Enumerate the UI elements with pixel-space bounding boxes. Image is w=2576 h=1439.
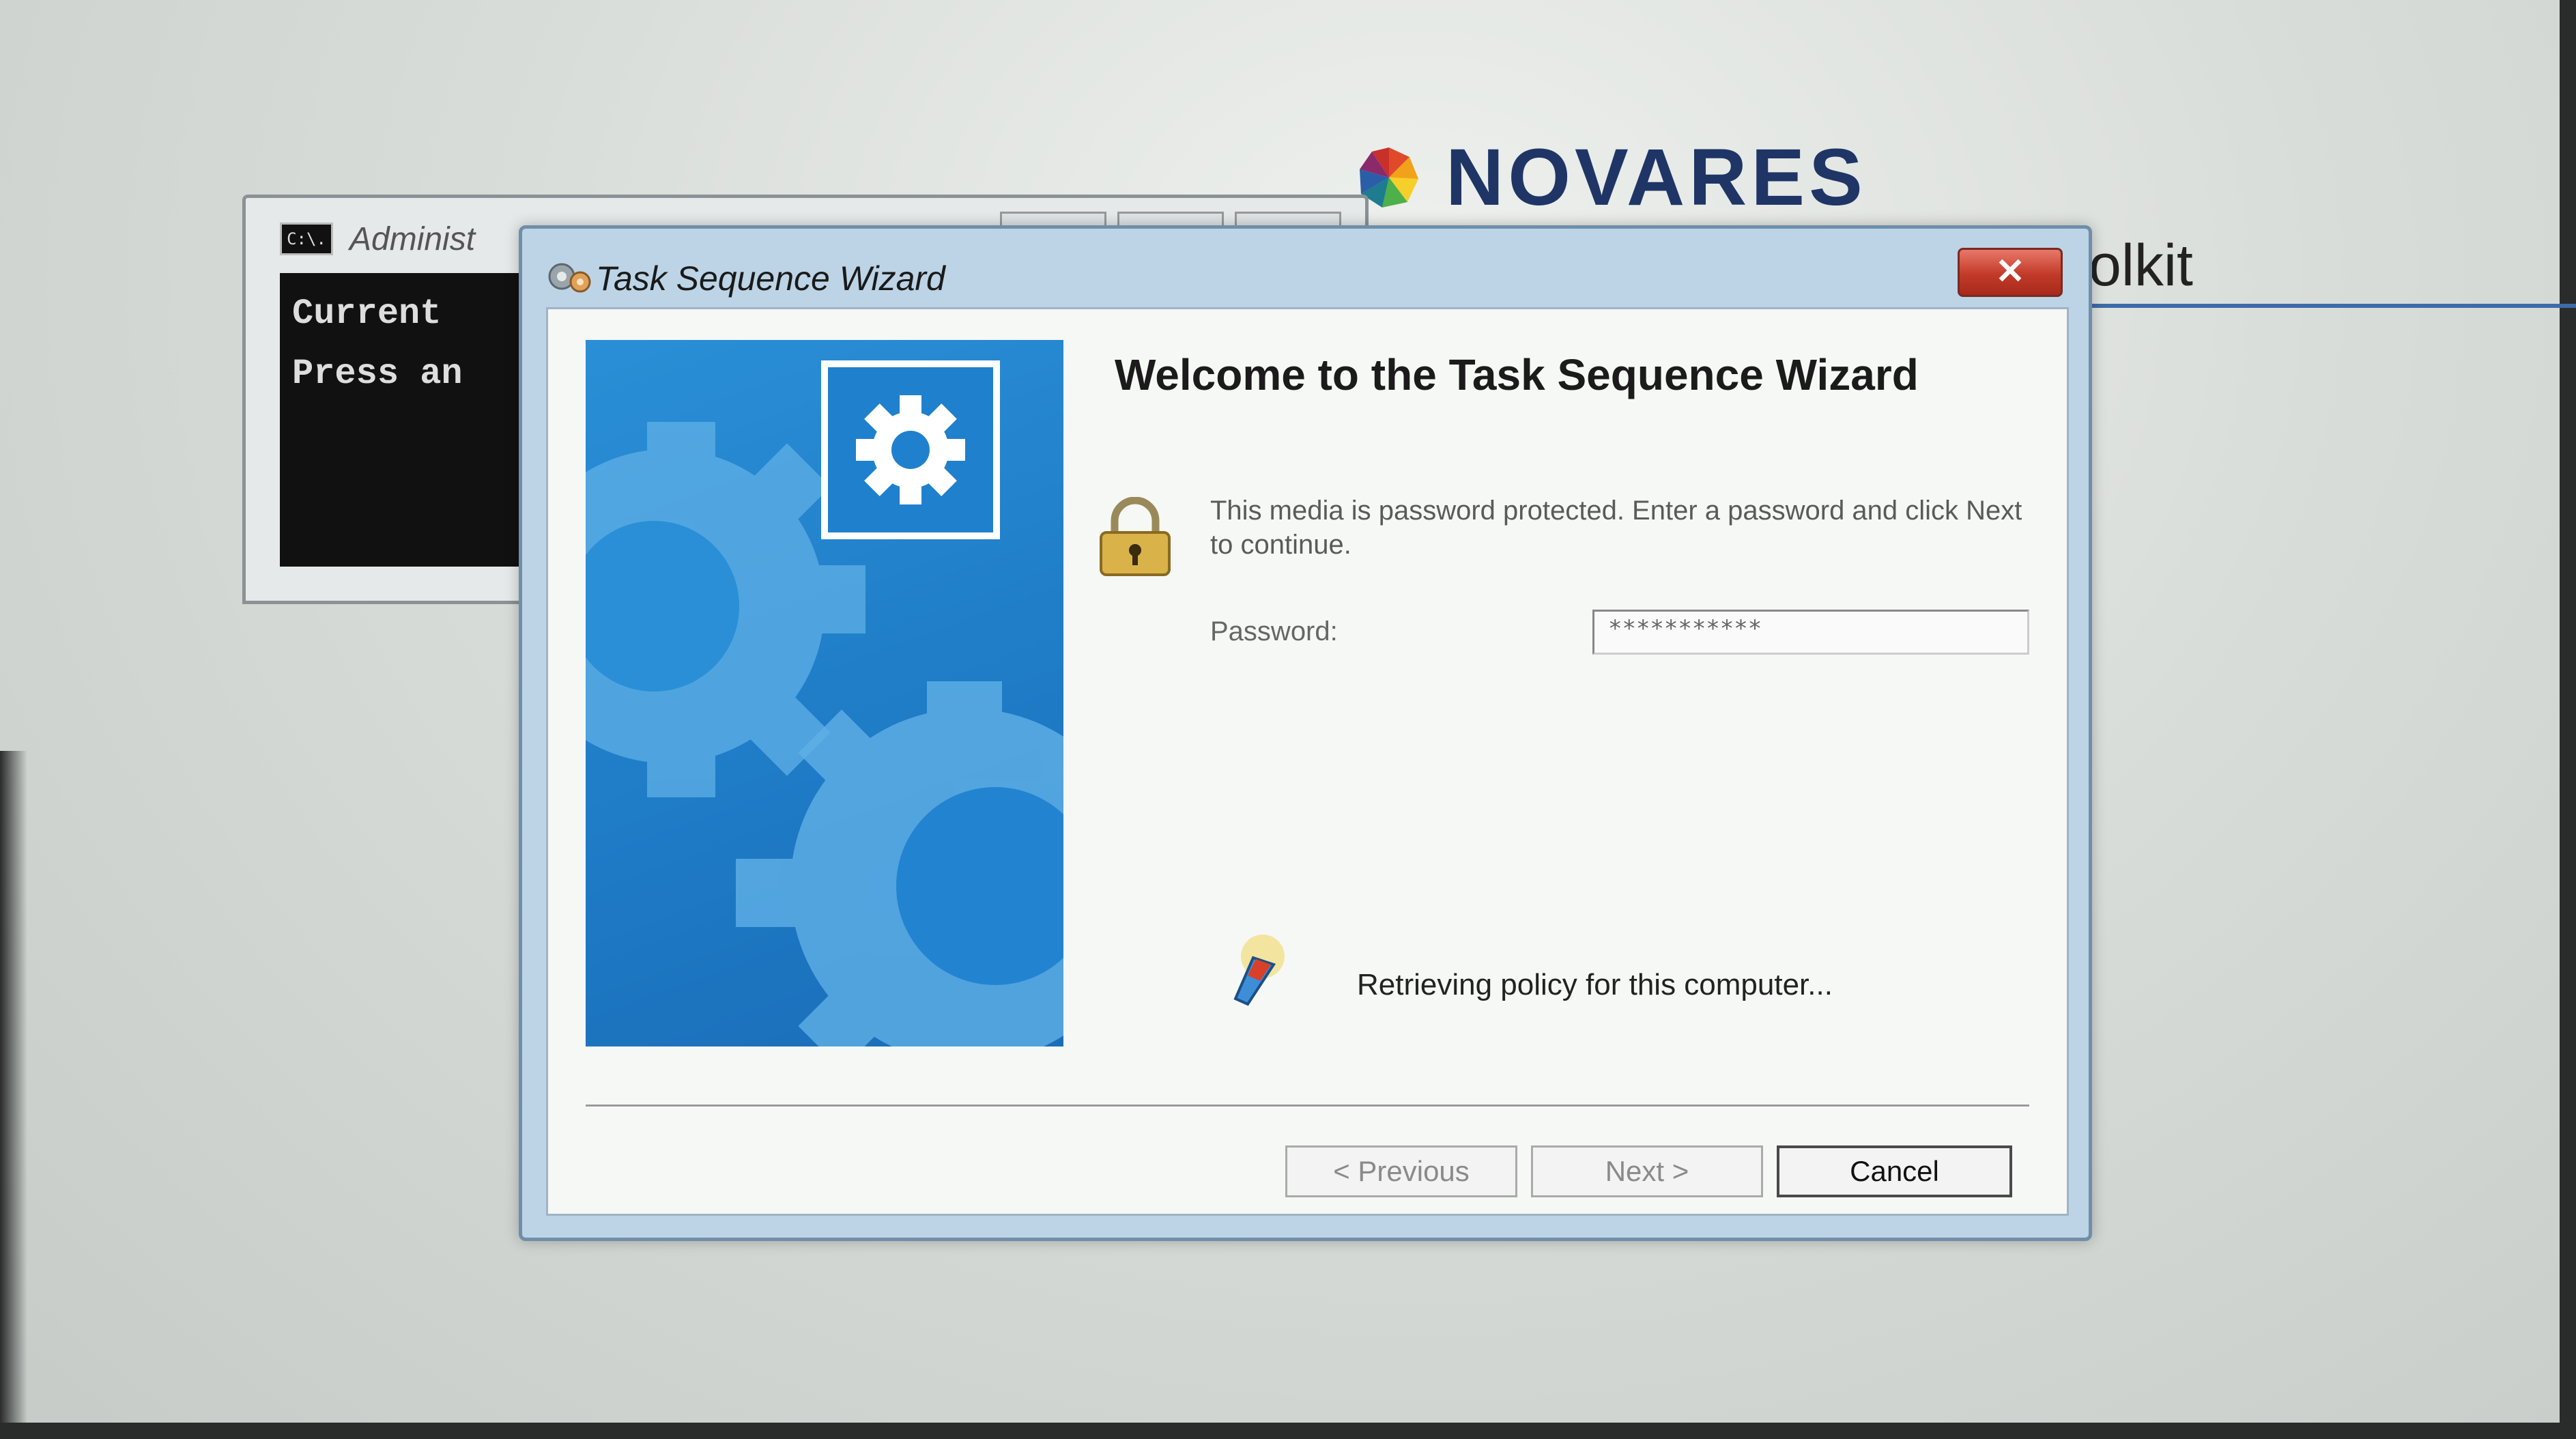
monitor-bezel-right	[2560, 0, 2576, 1439]
monitor-bezel-left	[0, 751, 27, 1439]
lock-icon	[1100, 497, 1171, 576]
command-prompt-icon: C:\.	[280, 223, 333, 255]
monitor-bezel-bottom	[0, 1423, 2576, 1439]
password-label: Password:	[1210, 616, 1338, 646]
close-icon: ✕	[1995, 252, 2025, 291]
page-title: Welcome to the Task Sequence Wizard	[1115, 350, 1919, 399]
console-line: Current	[292, 294, 442, 334]
wizard-content: Welcome to the Task Sequence Wizard This…	[546, 307, 2069, 1216]
wizard-title: Task Sequence Wizard	[596, 259, 945, 298]
task-sequence-icon	[548, 263, 591, 293]
gear-icon	[856, 395, 965, 504]
wizard-banner	[586, 340, 1063, 1046]
brand-name: NOVARES	[1446, 132, 1867, 223]
console-title: Administ	[349, 220, 476, 257]
wizard-titlebar[interactable]: Task Sequence Wizard ✕	[522, 229, 2089, 304]
password-field[interactable]: ***********	[1592, 610, 2029, 655]
background-title-fragment: olkit	[2089, 233, 2193, 298]
status-text: Retrieving policy for this computer...	[1357, 968, 1833, 1001]
banner-gear-tile	[821, 360, 1000, 539]
button-divider	[586, 1105, 2029, 1108]
password-instructions: This media is password protected. Enter …	[1210, 496, 2022, 560]
next-button[interactable]: Next >	[1531, 1145, 1763, 1197]
brand-logo: NOVARES	[1345, 132, 1867, 223]
cancel-button[interactable]: Cancel	[1777, 1145, 2012, 1197]
close-button[interactable]: ✕	[1958, 248, 2063, 297]
console-line: Press an	[292, 354, 463, 394]
previous-button[interactable]: < Previous	[1285, 1145, 1517, 1197]
background-title-underline	[2089, 304, 2576, 308]
console-titlebar[interactable]: C:\. Administ	[280, 218, 475, 259]
task-sequence-wizard-dialog: Task Sequence Wizard ✕ Welcome to the Ta…	[519, 225, 2092, 1241]
policy-retrieval-icon	[1233, 935, 1285, 1006]
